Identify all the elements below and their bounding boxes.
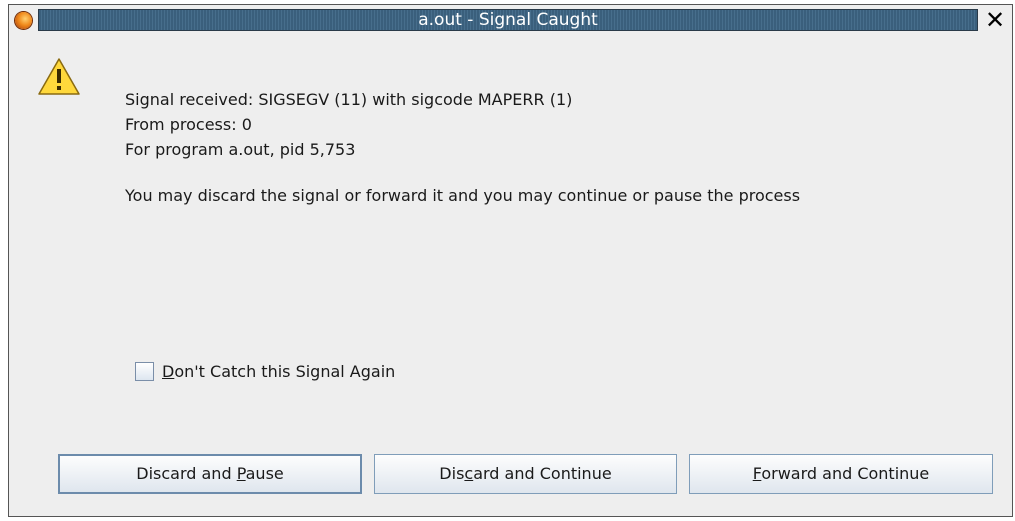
close-icon[interactable]: ✕ <box>983 8 1007 32</box>
dont-catch-label: Don't Catch this Signal Again <box>162 361 396 381</box>
message-text: Signal received: SIGSEGV (11) with sigco… <box>125 87 985 208</box>
app-logo-icon <box>15 12 32 29</box>
title-bar[interactable]: a.out - Signal Caught ✕ <box>9 5 1012 35</box>
discard-and-pause-button[interactable]: Discard and Pause <box>58 454 362 494</box>
detail-text: You may discard the signal or forward it… <box>125 186 801 205</box>
program-line: For program a.out, pid 5,753 <box>125 140 356 159</box>
signal-received-line: Signal received: SIGSEGV (11) with sigco… <box>125 90 573 109</box>
dont-catch-checkbox-row[interactable]: Don't Catch this Signal Again <box>135 359 395 383</box>
window-title: a.out - Signal Caught <box>38 9 978 31</box>
discard-and-continue-button[interactable]: Discard and Continue <box>374 454 677 494</box>
dont-catch-checkbox[interactable] <box>135 361 154 381</box>
warning-icon <box>38 58 80 95</box>
signal-caught-dialog: a.out - Signal Caught ✕ Signal received:… <box>8 4 1013 517</box>
forward-and-continue-button[interactable]: Forward and Continue <box>689 454 993 494</box>
from-process-line: From process: 0 <box>125 115 252 134</box>
